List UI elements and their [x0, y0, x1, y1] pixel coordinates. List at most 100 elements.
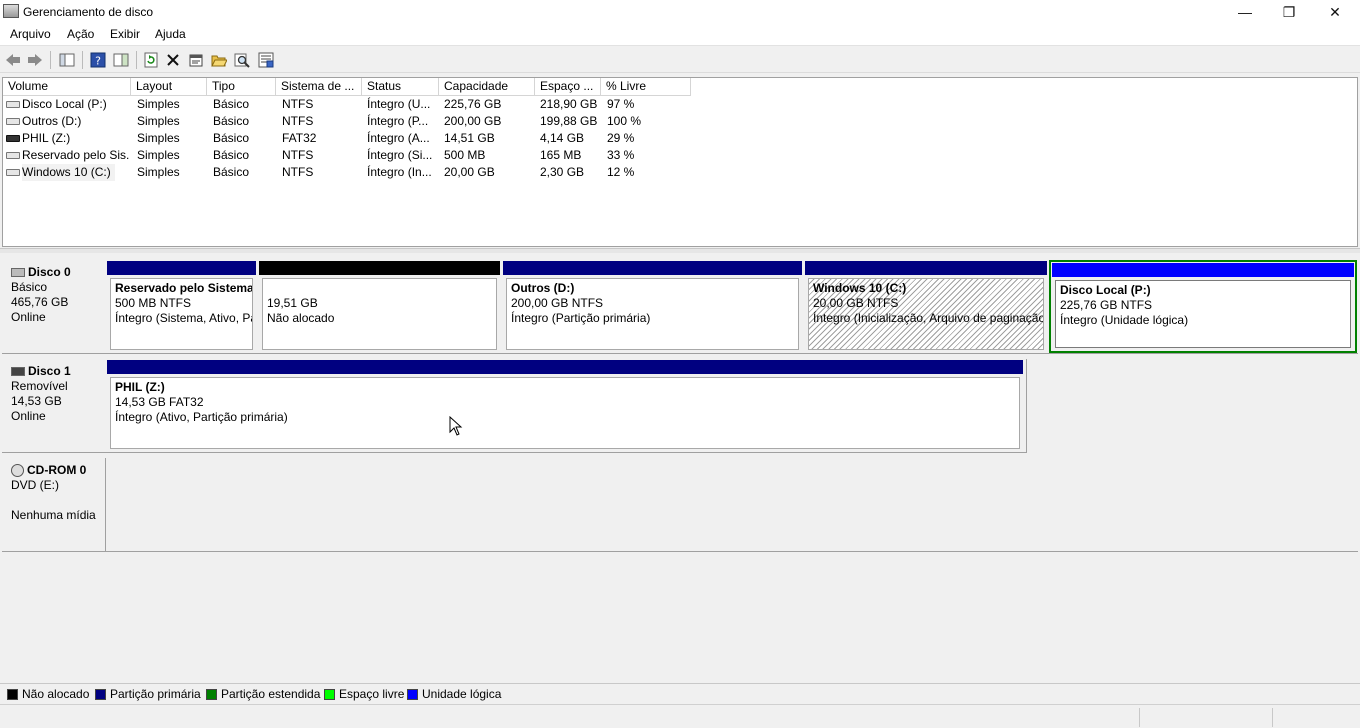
column-header-capacidade[interactable]: Capacidade: [439, 78, 535, 96]
partition-size: 19,51 GB: [267, 296, 318, 310]
volume-fs: NTFS: [282, 97, 314, 111]
removable-drive-icon: [6, 135, 20, 142]
partition-disco-local[interactable]: Disco Local (P:) 225,76 GB NTFS Íntegro …: [1049, 260, 1357, 353]
partition-name: PHIL (Z:): [115, 380, 165, 394]
cdrom-0-label[interactable]: CD-ROM 0 DVD (E:) Nenhuma mídia: [2, 458, 106, 552]
volume-row[interactable]: Disco Local (P:) Simples Básico NTFS Ínt…: [3, 96, 703, 113]
partition-name: Outros (D:): [511, 281, 575, 295]
volume-fs: NTFS: [282, 165, 314, 179]
volume-status: Íntegro (In...: [367, 165, 432, 179]
menu-arquivo[interactable]: Arquivo: [10, 27, 51, 41]
volume-status: Íntegro (A...: [367, 131, 430, 145]
volume-espaco: 218,90 GB: [540, 97, 598, 111]
column-header-tipo[interactable]: Tipo: [207, 78, 276, 96]
partition-bar: [107, 261, 256, 275]
help-icon[interactable]: ?: [89, 51, 107, 69]
partition-outros[interactable]: Outros (D:) 200,00 GB NTFS Íntegro (Part…: [502, 260, 803, 353]
volume-row[interactable]: Outros (D:) Simples Básico NTFS Íntegro …: [3, 113, 703, 130]
disk-0-label[interactable]: Disco 0 Básico 465,76 GB Online: [2, 260, 106, 354]
hard-drive-icon: [6, 152, 20, 159]
volume-status: Íntegro (P...: [367, 114, 429, 128]
column-header-sistema[interactable]: Sistema de ...: [276, 78, 362, 96]
volume-list: Volume Layout Tipo Sistema de ... Status…: [2, 77, 1358, 247]
delete-icon[interactable]: [164, 51, 182, 69]
volume-layout: Simples: [137, 148, 180, 162]
menu-ajuda[interactable]: Ajuda: [155, 27, 186, 41]
partition-unallocated[interactable]: ​ 19,51 GB Não alocado: [258, 260, 501, 353]
mouse-cursor-icon: [449, 416, 463, 436]
volume-fs: NTFS: [282, 114, 314, 128]
partition-status: Íntegro (Partição primária): [511, 311, 651, 325]
partition-body: PHIL (Z:) 14,53 GB FAT32 Íntegro (Ativo,…: [110, 377, 1020, 449]
partition-bar: [503, 261, 802, 275]
disk-name: Disco 0: [28, 265, 71, 279]
column-header-layout[interactable]: Layout: [131, 78, 207, 96]
back-arrow-icon[interactable]: [4, 51, 22, 69]
volume-row[interactable]: PHIL (Z:) Simples Básico FAT32 Íntegro (…: [3, 130, 703, 147]
properties-icon[interactable]: [187, 51, 205, 69]
volume-status: Íntegro (U...: [367, 97, 431, 111]
console-tree-icon[interactable]: [58, 51, 76, 69]
volume-tipo: Básico: [213, 148, 250, 162]
column-header-status[interactable]: Status: [362, 78, 439, 96]
partition-name: Disco Local (P:): [1060, 283, 1151, 297]
disk-1-label[interactable]: Disco 1 Removível 14,53 GB Online: [2, 359, 106, 453]
volume-capacidade: 225,76 GB: [444, 97, 502, 111]
toolbar: ?: [0, 45, 1360, 73]
search-icon[interactable]: [233, 51, 251, 69]
disk-icon: [11, 268, 25, 277]
legend-item: Espaço livre: [324, 687, 404, 701]
volume-tipo: Básico: [213, 114, 250, 128]
disk-properties-icon[interactable]: [257, 51, 275, 69]
volume-layout: Simples: [137, 97, 180, 111]
volume-capacidade: 14,51 GB: [444, 131, 495, 145]
volume-row[interactable]: Windows 10 (C:) Simples Básico NTFS Ínte…: [3, 164, 703, 181]
partition-body: Disco Local (P:) 225,76 GB NTFS Íntegro …: [1055, 280, 1351, 348]
partition-windows[interactable]: Windows 10 (C:) 20,00 GB NTFS Íntegro (I…: [804, 260, 1048, 353]
column-header-volume[interactable]: Volume: [3, 78, 131, 96]
partition-phil[interactable]: PHIL (Z:) 14,53 GB FAT32 Íntegro (Ativo,…: [106, 359, 1024, 452]
show-hide-action-pane-icon[interactable]: [112, 51, 130, 69]
volume-livre: 100 %: [607, 114, 642, 128]
menu-bar: Arquivo Ação Exibir Ajuda: [0, 24, 1360, 45]
volume-status: Íntegro (Si...: [367, 148, 433, 162]
disk-state: Online: [11, 409, 46, 423]
volume-espaco: 199,88 GB: [540, 114, 598, 128]
forward-arrow-icon[interactable]: [26, 51, 44, 69]
disk-size: 14,53 GB: [11, 394, 62, 408]
title-bar: Gerenciamento de disco — ❐ ✕: [0, 0, 1360, 24]
disk-type: Removível: [11, 379, 68, 393]
refresh-icon[interactable]: [142, 51, 160, 69]
partition-name: ​: [267, 281, 492, 296]
close-button[interactable]: ✕: [1312, 0, 1358, 24]
partition-status: Não alocado: [267, 311, 335, 325]
restore-button[interactable]: ❐: [1266, 0, 1312, 24]
partition-status: Íntegro (Ativo, Partição primária): [115, 410, 288, 424]
volume-layout: Simples: [137, 165, 180, 179]
legend-swatch: [95, 688, 106, 700]
volume-tipo: Básico: [213, 97, 250, 111]
minimize-button[interactable]: —: [1222, 0, 1268, 24]
partition-size: 225,76 GB NTFS: [1060, 298, 1153, 312]
menu-acao[interactable]: Ação: [67, 27, 94, 41]
hard-drive-icon: [6, 101, 20, 108]
volume-espaco: 2,30 GB: [540, 165, 585, 179]
volume-capacidade: 200,00 GB: [444, 114, 502, 128]
partition-size: 14,53 GB FAT32: [115, 395, 204, 409]
volume-row[interactable]: Reservado pelo Sis... Simples Básico NTF…: [3, 147, 703, 164]
partition-reservado[interactable]: Reservado pelo Sistema 500 MB NTFS Ínteg…: [106, 260, 257, 353]
status-bar: [0, 704, 1360, 728]
disk-state: Online: [11, 310, 46, 324]
partition-name: Windows 10 (C:): [813, 281, 907, 295]
legend-item: Partição estendida: [206, 687, 320, 701]
cd-rom-icon: [11, 464, 24, 477]
volume-capacidade: 20,00 GB: [444, 165, 495, 179]
disk-name: Disco 1: [28, 364, 71, 378]
column-header-livre[interactable]: % Livre: [601, 78, 691, 96]
partition-body: Outros (D:) 200,00 GB NTFS Íntegro (Part…: [506, 278, 799, 350]
menu-exibir[interactable]: Exibir: [110, 27, 140, 41]
volume-name: Reservado pelo Sis...: [22, 148, 130, 162]
open-folder-icon[interactable]: [210, 51, 228, 69]
column-header-espaco[interactable]: Espaço ...: [535, 78, 601, 96]
volume-livre: 33 %: [607, 148, 635, 162]
